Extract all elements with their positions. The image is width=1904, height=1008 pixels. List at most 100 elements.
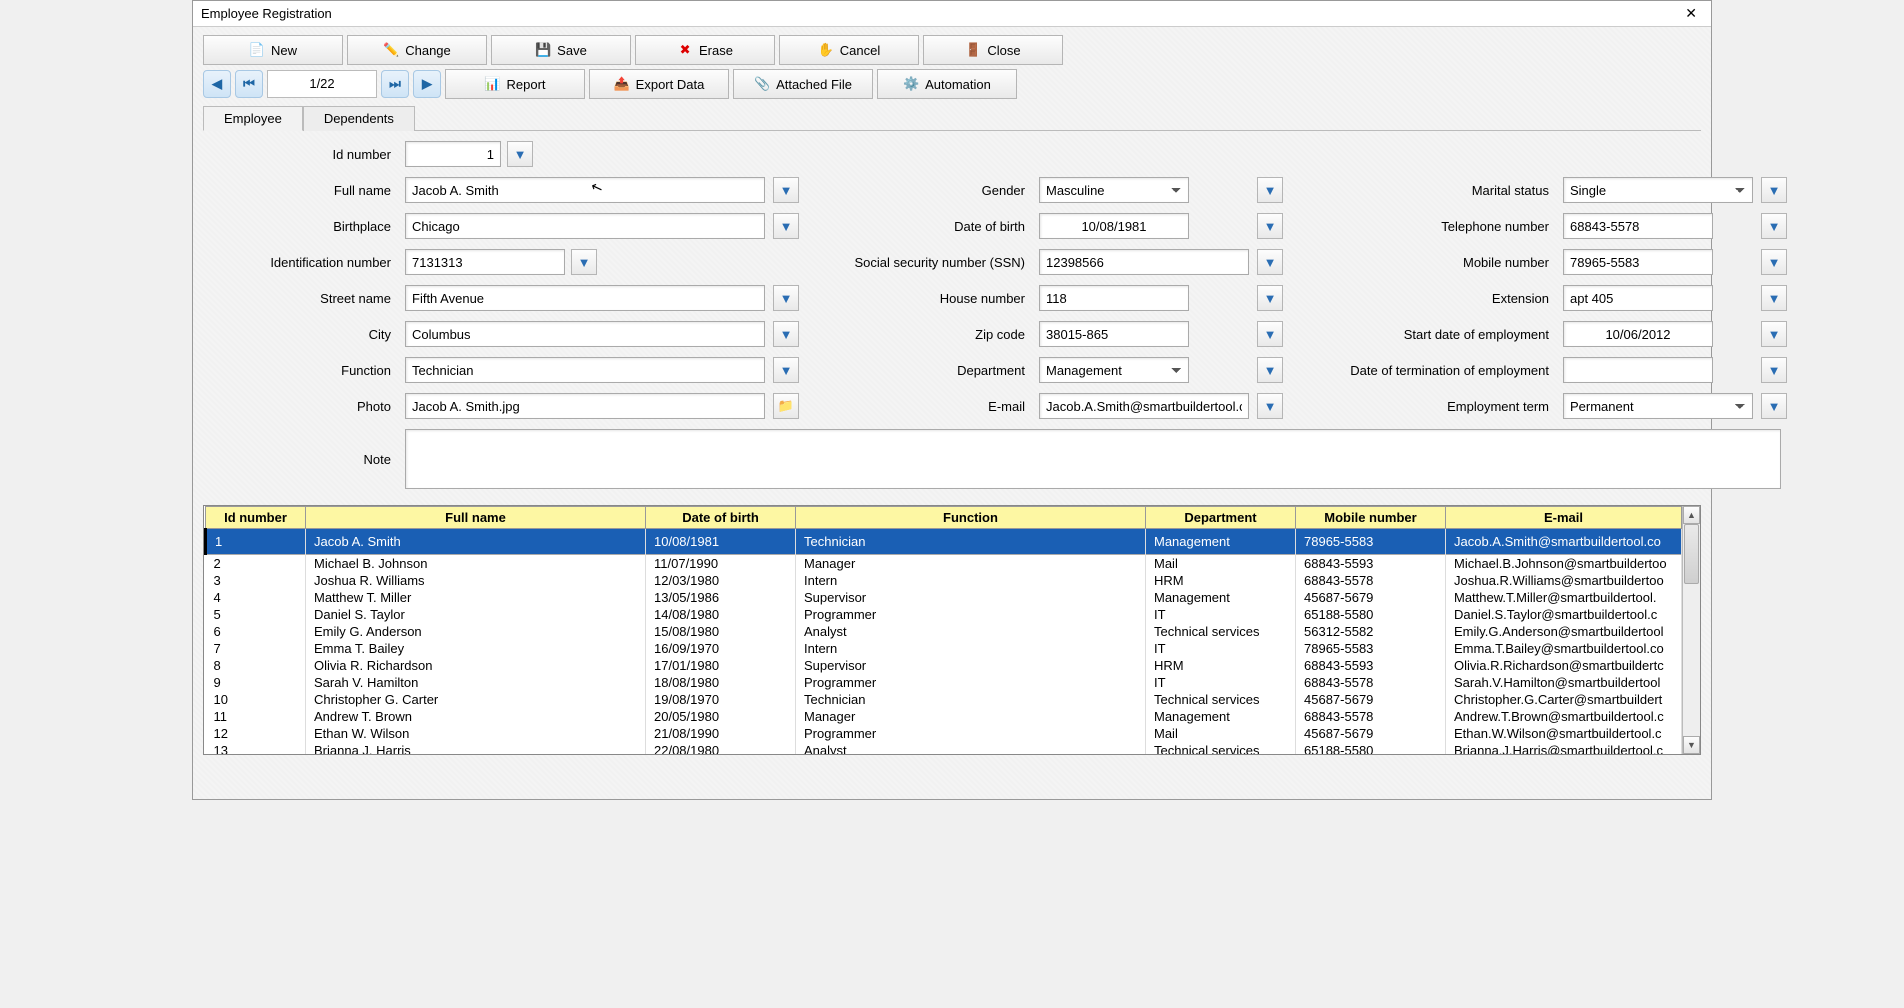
idnum-field[interactable] bbox=[405, 249, 565, 275]
birthplace-field[interactable] bbox=[405, 213, 765, 239]
tel-field[interactable] bbox=[1563, 213, 1713, 239]
ext-filter-button[interactable]: ▼ bbox=[1761, 285, 1787, 311]
marital-filter-button[interactable]: ▼ bbox=[1761, 177, 1787, 203]
nav-last-button[interactable]: ⏭ bbox=[381, 70, 409, 98]
zip-field[interactable] bbox=[1039, 321, 1189, 347]
email-field[interactable] bbox=[1039, 393, 1249, 419]
id-field[interactable] bbox=[405, 141, 501, 167]
close-button[interactable]: 🚪Close bbox=[923, 35, 1063, 65]
change-button[interactable]: ✏️Change bbox=[347, 35, 487, 65]
table-row[interactable]: 6Emily G. Anderson15/08/1980AnalystTechn… bbox=[206, 623, 1682, 640]
house-field[interactable] bbox=[1039, 285, 1189, 311]
function-filter-button[interactable]: ▼ bbox=[773, 357, 799, 383]
grid-header-cell[interactable]: Full name bbox=[306, 507, 646, 529]
city-filter-button[interactable]: ▼ bbox=[773, 321, 799, 347]
dob-filter-button[interactable]: ▼ bbox=[1257, 213, 1283, 239]
startdate-field[interactable] bbox=[1563, 321, 1713, 347]
paperclip-icon: 📎 bbox=[754, 76, 770, 92]
table-row[interactable]: 9Sarah V. Hamilton18/08/1980ProgrammerIT… bbox=[206, 674, 1682, 691]
ext-field[interactable] bbox=[1563, 285, 1713, 311]
nav-first-button[interactable]: ⏮ bbox=[235, 70, 263, 98]
tel-filter-button[interactable]: ▼ bbox=[1761, 213, 1787, 239]
empterm-filter-button[interactable]: ▼ bbox=[1761, 393, 1787, 419]
table-row[interactable]: 5Daniel S. Taylor14/08/1980ProgrammerIT6… bbox=[206, 606, 1682, 623]
email-filter-button[interactable]: ▼ bbox=[1257, 393, 1283, 419]
dept-select[interactable]: Management bbox=[1039, 357, 1189, 383]
new-button[interactable]: 📄New bbox=[203, 35, 343, 65]
nav-prev-button[interactable]: ◀ bbox=[203, 70, 231, 98]
erase-button[interactable]: ✖Erase bbox=[635, 35, 775, 65]
tab-employee[interactable]: Employee bbox=[203, 106, 303, 131]
startdate-filter-button[interactable]: ▼ bbox=[1761, 321, 1787, 347]
table-row[interactable]: 2Michael B. Johnson11/07/1990ManagerMail… bbox=[206, 555, 1682, 573]
cancel-button[interactable]: ✋Cancel bbox=[779, 35, 919, 65]
photo-field[interactable] bbox=[405, 393, 765, 419]
scroll-down-button[interactable]: ▼ bbox=[1683, 736, 1700, 754]
birthplace-filter-button[interactable]: ▼ bbox=[773, 213, 799, 239]
ssn-filter-button[interactable]: ▼ bbox=[1257, 249, 1283, 275]
grid-header-cell[interactable]: Department bbox=[1146, 507, 1296, 529]
dept-filter-button[interactable]: ▼ bbox=[1257, 357, 1283, 383]
table-cell: 7 bbox=[206, 640, 306, 657]
table-cell: 2 bbox=[206, 555, 306, 573]
table-cell: 68843-5593 bbox=[1296, 555, 1446, 573]
fullname-filter-button[interactable]: ▼ bbox=[773, 177, 799, 203]
ssn-field[interactable] bbox=[1039, 249, 1249, 275]
mobile-filter-button[interactable]: ▼ bbox=[1761, 249, 1787, 275]
table-cell: Andrew T. Brown bbox=[306, 708, 646, 725]
table-cell: Brianna J. Harris bbox=[306, 742, 646, 754]
scroll-track[interactable] bbox=[1683, 524, 1700, 736]
scroll-up-button[interactable]: ▲ bbox=[1683, 506, 1700, 524]
grid-header-cell[interactable]: E-mail bbox=[1446, 507, 1682, 529]
termdate-field[interactable] bbox=[1563, 357, 1713, 383]
street-field[interactable] bbox=[405, 285, 765, 311]
dob-field[interactable] bbox=[1039, 213, 1189, 239]
note-field[interactable] bbox=[405, 429, 1781, 489]
table-row[interactable]: 13Brianna J. Harris22/08/1980AnalystTech… bbox=[206, 742, 1682, 754]
table-cell: IT bbox=[1146, 640, 1296, 657]
grid-header-cell[interactable]: Mobile number bbox=[1296, 507, 1446, 529]
report-button[interactable]: 📊Report bbox=[445, 69, 585, 99]
fullname-field[interactable] bbox=[405, 177, 765, 203]
scroll-thumb[interactable] bbox=[1684, 524, 1699, 584]
empterm-select[interactable]: Permanent bbox=[1563, 393, 1753, 419]
table-row[interactable]: 11Andrew T. Brown20/05/1980ManagerManage… bbox=[206, 708, 1682, 725]
table-row[interactable]: 10Christopher G. Carter19/08/1970Technic… bbox=[206, 691, 1682, 708]
city-field[interactable] bbox=[405, 321, 765, 347]
termdate-filter-button[interactable]: ▼ bbox=[1761, 357, 1787, 383]
photo-browse-button[interactable]: 📁 bbox=[773, 393, 799, 419]
function-field[interactable] bbox=[405, 357, 765, 383]
table-cell: Management bbox=[1146, 708, 1296, 725]
table-row[interactable]: 4Matthew T. Miller13/05/1986SupervisorMa… bbox=[206, 589, 1682, 606]
table-row[interactable]: 7Emma T. Bailey16/09/1970InternIT78965-5… bbox=[206, 640, 1682, 657]
export-button[interactable]: 📤Export Data bbox=[589, 69, 729, 99]
table-cell: Management bbox=[1146, 589, 1296, 606]
street-filter-button[interactable]: ▼ bbox=[773, 285, 799, 311]
zip-filter-button[interactable]: ▼ bbox=[1257, 321, 1283, 347]
table-row[interactable]: 1Jacob A. Smith10/08/1981TechnicianManag… bbox=[206, 529, 1682, 555]
marital-select[interactable]: Single bbox=[1563, 177, 1753, 203]
gender-filter-button[interactable]: ▼ bbox=[1257, 177, 1283, 203]
gender-select[interactable]: Masculine bbox=[1039, 177, 1189, 203]
attached-file-button[interactable]: 📎Attached File bbox=[733, 69, 873, 99]
id-filter-button[interactable]: ▼ bbox=[507, 141, 533, 167]
grid-header-cell[interactable]: Date of birth bbox=[646, 507, 796, 529]
grid-header-cell[interactable]: Id number bbox=[206, 507, 306, 529]
table-row[interactable]: 12Ethan W. Wilson21/08/1990ProgrammerMai… bbox=[206, 725, 1682, 742]
table-cell: 65188-5580 bbox=[1296, 606, 1446, 623]
table-row[interactable]: 8Olivia R. Richardson17/01/1980Superviso… bbox=[206, 657, 1682, 674]
house-filter-button[interactable]: ▼ bbox=[1257, 285, 1283, 311]
tab-dependents[interactable]: Dependents bbox=[303, 106, 415, 131]
nav-next-button[interactable]: ▶ bbox=[413, 70, 441, 98]
table-row[interactable]: 3Joshua R. Williams12/03/1980InternHRM68… bbox=[206, 572, 1682, 589]
idnum-filter-button[interactable]: ▼ bbox=[571, 249, 597, 275]
table-cell: Michael.B.Johnson@smartbuildertoo bbox=[1446, 555, 1682, 573]
grid-header-row: Id numberFull nameDate of birthFunctionD… bbox=[206, 507, 1682, 529]
grid-scrollbar[interactable]: ▲ ▼ bbox=[1682, 506, 1700, 754]
window-close-button[interactable]: ✕ bbox=[1679, 5, 1703, 22]
save-button[interactable]: 💾Save bbox=[491, 35, 631, 65]
automation-button[interactable]: ⚙️Automation bbox=[877, 69, 1017, 99]
grid-header-cell[interactable]: Function bbox=[796, 507, 1146, 529]
mobile-field[interactable] bbox=[1563, 249, 1713, 275]
label-street: Street name bbox=[207, 291, 397, 306]
